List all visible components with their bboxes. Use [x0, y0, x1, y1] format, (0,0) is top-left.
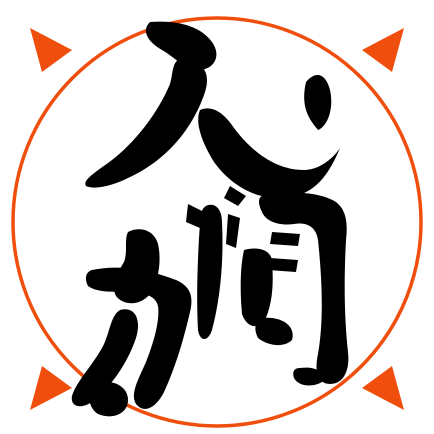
- character-aida-icon: [186, 192, 349, 386]
- triangle-marker-bottom-right-icon: [362, 366, 404, 410]
- triangle-marker-top-right-icon: [362, 28, 404, 72]
- triangle-marker-top-left-icon: [30, 28, 72, 72]
- triangle-marker-bottom-left-icon: [30, 366, 72, 410]
- character-hito-icon: [85, 21, 340, 206]
- character-chikara-icon: [71, 229, 192, 417]
- calligraphy-logo: [0, 0, 434, 434]
- logo-svg: [11, 16, 423, 428]
